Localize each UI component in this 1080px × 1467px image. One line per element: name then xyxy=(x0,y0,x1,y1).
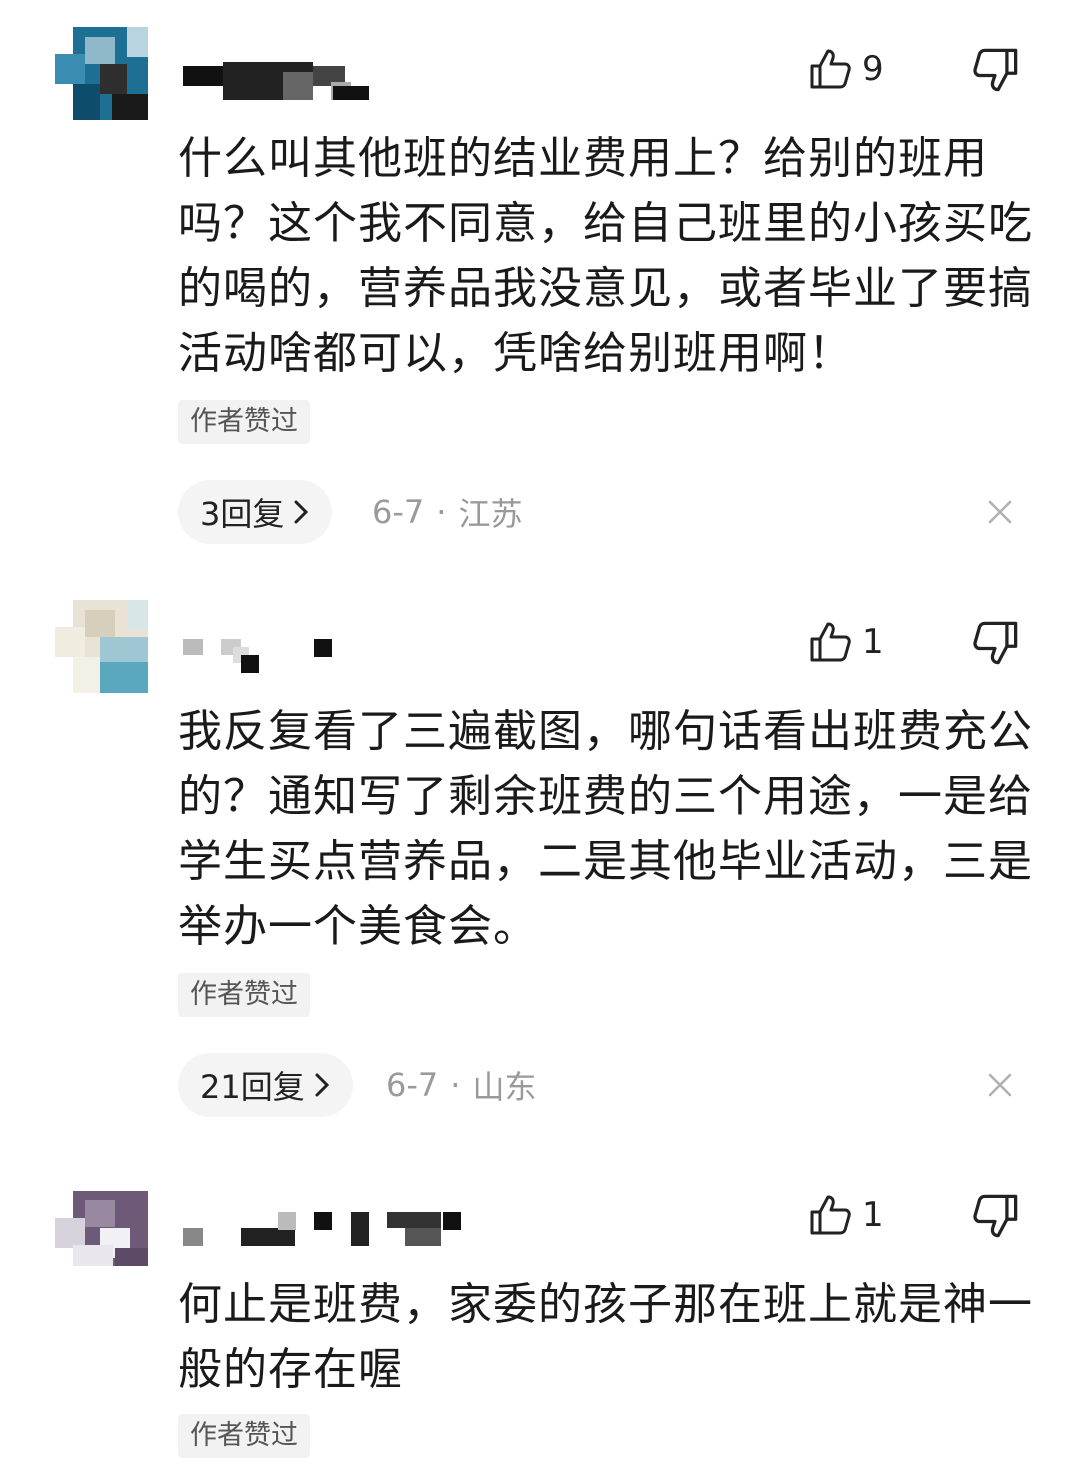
dislike-button[interactable] xyxy=(972,46,1022,96)
comment-date: 6-7 xyxy=(372,493,425,531)
comment-date: 6-7 xyxy=(386,1066,439,1104)
replies-button[interactable]: 21回复 xyxy=(178,1053,353,1117)
like-button[interactable]: 9 xyxy=(808,44,884,94)
avatar[interactable] xyxy=(55,27,148,120)
comment-text: 什么叫其他班的结业费用上？给别的班用吗？这个我不同意，给自己班里的小孩买吃的喝的… xyxy=(178,133,1033,379)
thumbs-down-icon xyxy=(973,621,1018,665)
dislike-button[interactable] xyxy=(972,1192,1022,1242)
author-liked-badge: 作者赞过 xyxy=(178,1414,310,1458)
meta-separator: · xyxy=(436,493,447,531)
comment-meta: 6-7 · 江苏 xyxy=(372,480,522,544)
chevron-right-icon xyxy=(294,500,309,524)
close-icon xyxy=(988,1073,1012,1097)
author-liked-badge: 作者赞过 xyxy=(178,400,310,444)
like-count: 9 xyxy=(862,49,884,89)
avatar[interactable] xyxy=(55,600,148,693)
dislike-button[interactable] xyxy=(972,619,1022,669)
username-redacted[interactable] xyxy=(183,635,503,675)
avatar[interactable] xyxy=(55,1173,148,1266)
close-button[interactable] xyxy=(984,496,1016,528)
comment-text: 何止是班费，家委的孩子那在班上就是神一般的存在喔 xyxy=(178,1279,1033,1395)
thumbs-up-icon xyxy=(810,1195,851,1235)
like-count: 1 xyxy=(862,1195,884,1235)
thumbs-down-icon xyxy=(973,48,1018,92)
comment-location: 山东 xyxy=(472,1068,537,1106)
author-liked-badge: 作者赞过 xyxy=(178,973,310,1017)
replies-button[interactable]: 3回复 xyxy=(178,480,333,544)
thumbs-down-icon xyxy=(973,1194,1018,1238)
username-redacted[interactable] xyxy=(183,1208,503,1248)
username-redacted[interactable] xyxy=(183,62,503,102)
thumbs-up-icon xyxy=(810,622,851,662)
comment-location: 江苏 xyxy=(458,495,523,533)
reply-count: 3回复 xyxy=(200,495,285,533)
meta-separator: · xyxy=(450,1066,461,1104)
chevron-right-icon xyxy=(315,1073,329,1097)
thumbs-up-icon xyxy=(810,49,851,89)
like-button[interactable]: 1 xyxy=(808,617,884,667)
like-button[interactable]: 1 xyxy=(808,1190,884,1240)
comment-text: 我反复看了三遍截图，哪句话看出班费充公的？通知写了剩余班费的三个用途，一是给学生… xyxy=(178,706,1033,952)
close-button[interactable] xyxy=(984,1069,1016,1101)
like-count: 1 xyxy=(862,622,884,662)
comment-meta: 6-7 · 山东 xyxy=(386,1053,536,1117)
reply-count: 21回复 xyxy=(200,1068,305,1106)
close-icon xyxy=(988,500,1012,524)
